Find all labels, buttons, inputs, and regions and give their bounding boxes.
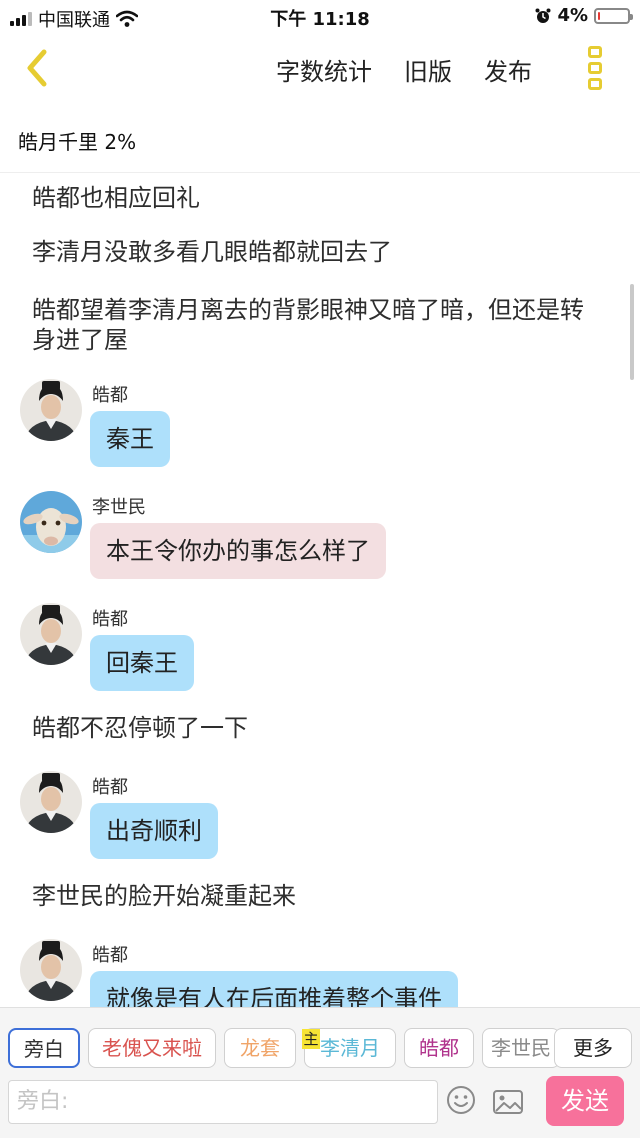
dialogue-bubble[interactable]: 回秦王 bbox=[90, 635, 194, 691]
speaker-name: 李世民 bbox=[92, 497, 146, 518]
scrollbar[interactable] bbox=[630, 284, 634, 380]
more-menu-icon[interactable] bbox=[588, 46, 604, 90]
dialogue-bubble[interactable]: 本王令你办的事怎么样了 bbox=[90, 523, 386, 579]
screen: 中国联通 下午 11:18 4% 字数统计 旧版 发布 皓月千里 2% 皓都也相… bbox=[0, 0, 640, 1138]
battery-icon bbox=[594, 7, 633, 24]
more-roles-button[interactable]: 更多 bbox=[554, 1028, 632, 1068]
speaker-name: 皓都 bbox=[92, 609, 128, 630]
avatar-lishimin[interactable] bbox=[20, 491, 82, 553]
old-version-button[interactable]: 旧版 bbox=[404, 52, 452, 87]
nav-bar: 字数统计 旧版 发布 bbox=[0, 34, 640, 104]
narration-line: 皓都望着李清月离去的背影眼神又暗了暗，但还是转身进了屋 bbox=[32, 296, 584, 354]
narration-line: 皓都不忍停顿了一下 bbox=[32, 714, 248, 742]
word-count-button[interactable]: 字数统计 bbox=[276, 52, 372, 87]
speaker-name: 皓都 bbox=[92, 777, 128, 798]
publish-button[interactable]: 发布 bbox=[484, 52, 532, 87]
avatar-haodu[interactable] bbox=[20, 379, 82, 441]
host-badge: 主 bbox=[302, 1029, 320, 1049]
role-chip-extra[interactable]: 龙套 bbox=[224, 1028, 296, 1068]
narration-line: 李世民的脸开始凝重起来 bbox=[32, 882, 296, 910]
avatar-haodu[interactable] bbox=[20, 771, 82, 833]
role-chip-lishimin[interactable]: 李世民 bbox=[482, 1028, 560, 1068]
dialogue-bubble[interactable]: 出奇顺利 bbox=[90, 803, 218, 859]
speaker-name: 皓都 bbox=[92, 385, 128, 406]
avatar-haodu[interactable] bbox=[20, 939, 82, 1001]
avatar-haodu[interactable] bbox=[20, 603, 82, 665]
speaker-name: 皓都 bbox=[92, 945, 128, 966]
story-feed: 皓都也相应回礼 李清月没敢多看几眼皓都就回去了 皓都望着李清月离去的背影眼神又暗… bbox=[0, 173, 640, 1007]
battery-percent: 4% bbox=[557, 5, 588, 26]
emoji-icon[interactable] bbox=[446, 1085, 476, 1115]
message-input[interactable]: 旁白: bbox=[8, 1080, 438, 1124]
send-button[interactable]: 发送 bbox=[546, 1076, 624, 1126]
chapter-title: 皓月千里 2% bbox=[18, 130, 137, 154]
narration-line: 皓都也相应回礼 bbox=[32, 184, 200, 212]
role-chip-haodu[interactable]: 皓都 bbox=[404, 1028, 474, 1068]
status-bar: 中国联通 下午 11:18 4% bbox=[0, 0, 640, 34]
alarm-icon bbox=[535, 8, 551, 23]
role-chip-narrator[interactable]: 旁白 bbox=[8, 1028, 80, 1068]
dialogue-bubble[interactable]: 秦王 bbox=[90, 411, 170, 467]
back-button[interactable] bbox=[18, 46, 62, 90]
back-chevron-icon bbox=[27, 49, 47, 87]
image-icon[interactable] bbox=[492, 1088, 524, 1116]
narration-line: 李清月没敢多看几眼皓都就回去了 bbox=[32, 238, 392, 266]
role-chip-author[interactable]: 老傀又来啦 bbox=[88, 1028, 216, 1068]
role-bar: 旁白 老傀又来啦 龙套 李清月 皓都 李世民 更多 旁白: 发送 bbox=[0, 1007, 640, 1138]
dialogue-bubble[interactable]: 就像是有人在后面推着整个事件 bbox=[90, 971, 458, 1007]
